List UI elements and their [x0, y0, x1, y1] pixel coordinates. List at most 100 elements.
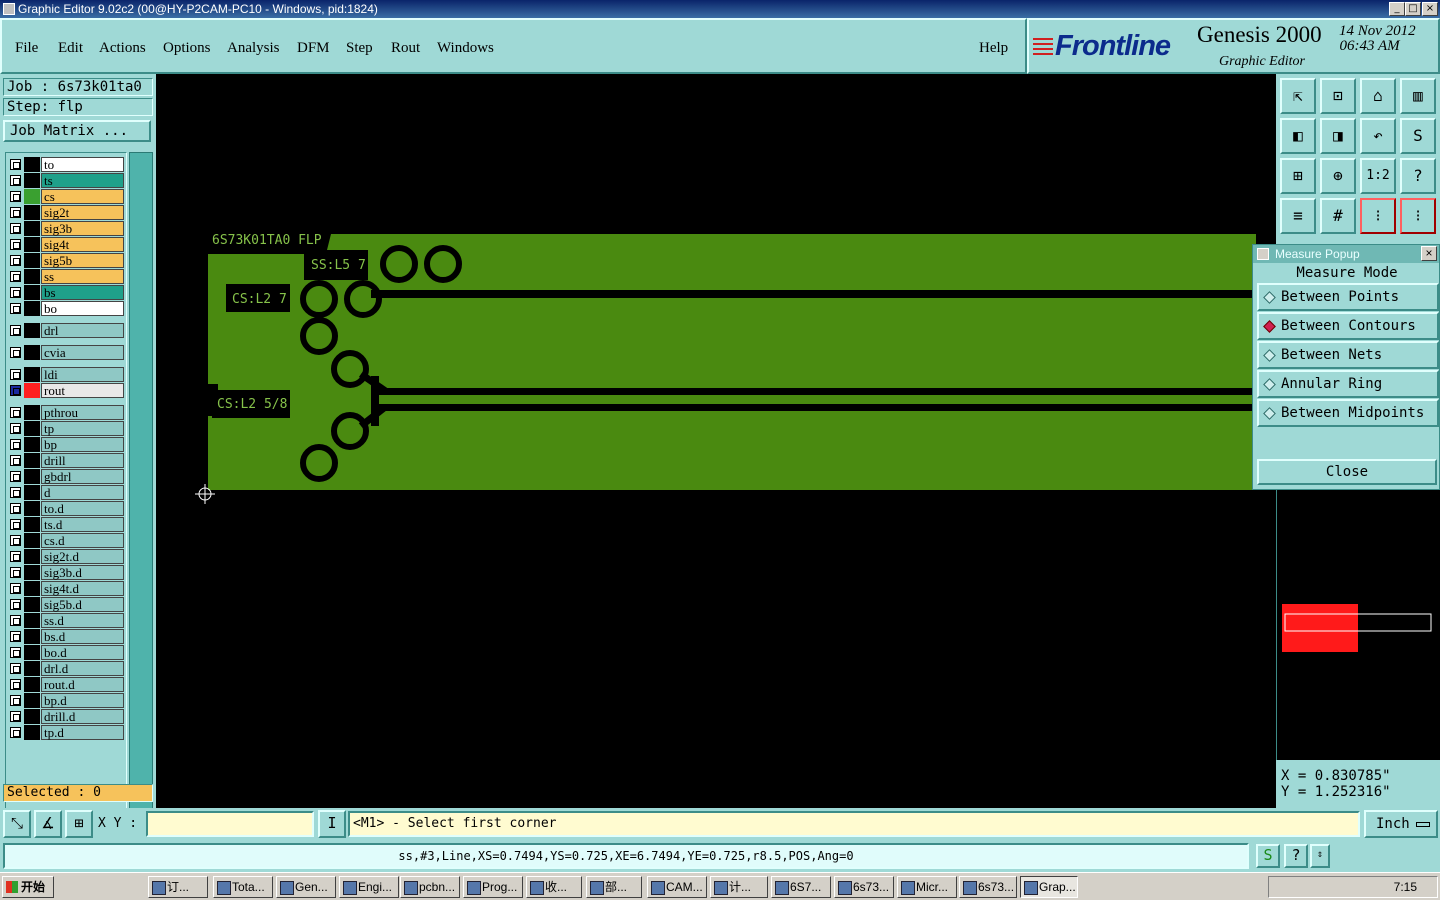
layer-color-swatch[interactable] — [24, 501, 40, 516]
layer-color-swatch[interactable] — [24, 693, 40, 708]
zoom-center-icon[interactable]: ⊕ — [1320, 158, 1356, 194]
layer-checkbox[interactable] — [10, 207, 21, 218]
layer-name[interactable]: bp — [41, 437, 124, 452]
display-down-icon[interactable]: ⊡ — [1320, 78, 1356, 114]
layer-row-to-d[interactable]: to.d — [6, 501, 126, 516]
task-button[interactable]: CAM... — [647, 876, 707, 898]
menu-rout[interactable]: Rout — [391, 40, 420, 57]
task-button[interactable]: 订... — [148, 876, 208, 898]
layer-checkbox[interactable] — [10, 647, 21, 658]
option-between-points[interactable]: Between Points — [1257, 283, 1439, 311]
layer-color-swatch[interactable] — [24, 581, 40, 596]
layer-checkbox[interactable] — [10, 287, 21, 298]
layer-name[interactable]: sig3b — [41, 221, 124, 236]
layer-checkbox[interactable] — [10, 519, 21, 530]
layer-checkbox[interactable] — [10, 471, 21, 482]
task-button[interactable]: 计... — [710, 876, 768, 898]
pan-right-icon[interactable]: ◨ — [1320, 118, 1356, 154]
layer-color-swatch[interactable] — [24, 629, 40, 644]
layer-row-sig4t-d[interactable]: sig4t.d — [6, 581, 126, 596]
layer-color-swatch[interactable] — [24, 285, 40, 300]
layer-checkbox[interactable] — [10, 535, 21, 546]
layer-color-swatch[interactable] — [24, 485, 40, 500]
layer-name[interactable]: tp.d — [41, 725, 124, 740]
layer-name[interactable]: pthrou — [41, 405, 124, 420]
layer-row-tp[interactable]: tp — [6, 421, 126, 436]
layer-name[interactable]: cs — [41, 189, 124, 204]
start-button[interactable]: 开始 — [2, 876, 54, 898]
layer-checkbox[interactable] — [10, 599, 21, 610]
layer-row-bp-d[interactable]: bp.d — [6, 693, 126, 708]
layer-checkbox[interactable] — [10, 325, 21, 336]
spinner-icon[interactable]: ⇕ — [1310, 844, 1330, 868]
layer-row-bo[interactable]: bo — [6, 301, 126, 316]
home-icon[interactable]: ⌂ — [1360, 78, 1396, 114]
layer-row-drill[interactable]: drill — [6, 453, 126, 468]
layer-row-sig3b[interactable]: sig3b — [6, 221, 126, 236]
layer-row-drl-d[interactable]: drl.d — [6, 661, 126, 676]
task-button[interactable]: 6S7... — [771, 876, 831, 898]
task-button[interactable]: 收... — [526, 876, 582, 898]
zoom-fit-icon[interactable]: ⊞ — [1280, 158, 1316, 194]
layer-row-sig4t[interactable]: sig4t — [6, 237, 126, 252]
task-button[interactable]: 6s73... — [959, 876, 1017, 898]
layer-row-cs-d[interactable]: cs.d — [6, 533, 126, 548]
layer-name[interactable]: tp — [41, 421, 124, 436]
layer-color-swatch[interactable] — [24, 345, 40, 360]
layer-name[interactable]: drl.d — [41, 661, 124, 676]
help-query-icon[interactable]: ? — [1400, 158, 1436, 194]
window-split-icon[interactable]: ▥ — [1400, 78, 1436, 114]
task-button[interactable]: 6s73... — [834, 876, 894, 898]
graphic-canvas[interactable]: 6S73K01TA0 FLP SS:L5 7 CS:L2 7 CS:L2 5/8 — [156, 74, 1276, 808]
measure-close-button[interactable]: Close — [1257, 459, 1437, 485]
layer-row-sig3b-d[interactable]: sig3b.d — [6, 565, 126, 580]
menu-file[interactable]: File — [15, 40, 38, 57]
task-button[interactable]: 部... — [586, 876, 642, 898]
layer-row-rout-d[interactable]: rout.d — [6, 677, 126, 692]
layer-color-swatch[interactable] — [24, 189, 40, 204]
layer-checkbox[interactable] — [10, 407, 21, 418]
layer-row-tp-d[interactable]: tp.d — [6, 725, 126, 740]
layer-name[interactable]: sig2t — [41, 205, 124, 220]
grid-icon[interactable]: # — [1320, 198, 1356, 234]
layer-checkbox[interactable] — [10, 711, 21, 722]
layer-name[interactable]: rout.d — [41, 677, 124, 692]
layer-color-swatch[interactable] — [24, 565, 40, 580]
unit-selector[interactable]: Inch — [1364, 810, 1438, 838]
layer-checkbox[interactable] — [10, 439, 21, 450]
layer-color-swatch[interactable] — [24, 709, 40, 724]
layer-row-pthrou[interactable]: pthrou — [6, 405, 126, 420]
layer-checkbox[interactable] — [10, 423, 21, 434]
pcb-drawing[interactable]: 6S73K01TA0 FLP SS:L5 7 CS:L2 7 CS:L2 5/8 — [156, 74, 1276, 808]
layer-name[interactable]: ts — [41, 173, 124, 188]
layer-color-swatch[interactable] — [24, 237, 40, 252]
layer-name[interactable]: sig5b.d — [41, 597, 124, 612]
layer-checkbox[interactable] — [10, 631, 21, 642]
layer-row-bp[interactable]: bp — [6, 437, 126, 452]
layer-row-rout[interactable]: rout — [6, 383, 126, 398]
layer-color-swatch[interactable] — [24, 421, 40, 436]
layer-color-swatch[interactable] — [24, 533, 40, 548]
redraw-icon[interactable]: S — [1400, 118, 1436, 154]
menu-dfm[interactable]: DFM — [297, 40, 330, 57]
layer-row-ldi[interactable]: ldi — [6, 367, 126, 382]
layer-checkbox[interactable] — [10, 567, 21, 578]
layer-checkbox[interactable] — [10, 255, 21, 266]
task-button[interactable]: Prog... — [463, 876, 523, 898]
layer-row-drl[interactable]: drl — [6, 323, 126, 338]
overview-map[interactable] — [1276, 490, 1440, 760]
pan-left-icon[interactable]: ◧ — [1280, 118, 1316, 154]
layer-row-gbdrl[interactable]: gbdrl — [6, 469, 126, 484]
maximize-button[interactable]: □ — [1405, 2, 1421, 16]
layer-row-sig5b-d[interactable]: sig5b.d — [6, 597, 126, 612]
layer-color-swatch[interactable] — [24, 549, 40, 564]
layer-list-scrollbar[interactable] — [129, 152, 153, 820]
snap-grid-icon[interactable]: ⊞ — [65, 810, 93, 838]
layer-name[interactable]: sig4t.d — [41, 581, 124, 596]
layer-name[interactable]: bs.d — [41, 629, 124, 644]
layer-checkbox[interactable] — [10, 583, 21, 594]
layer-row-d[interactable]: d — [6, 485, 126, 500]
layer-color-swatch[interactable] — [24, 469, 40, 484]
layer-color-swatch[interactable] — [24, 661, 40, 676]
layer-row-ts-d[interactable]: ts.d — [6, 517, 126, 532]
